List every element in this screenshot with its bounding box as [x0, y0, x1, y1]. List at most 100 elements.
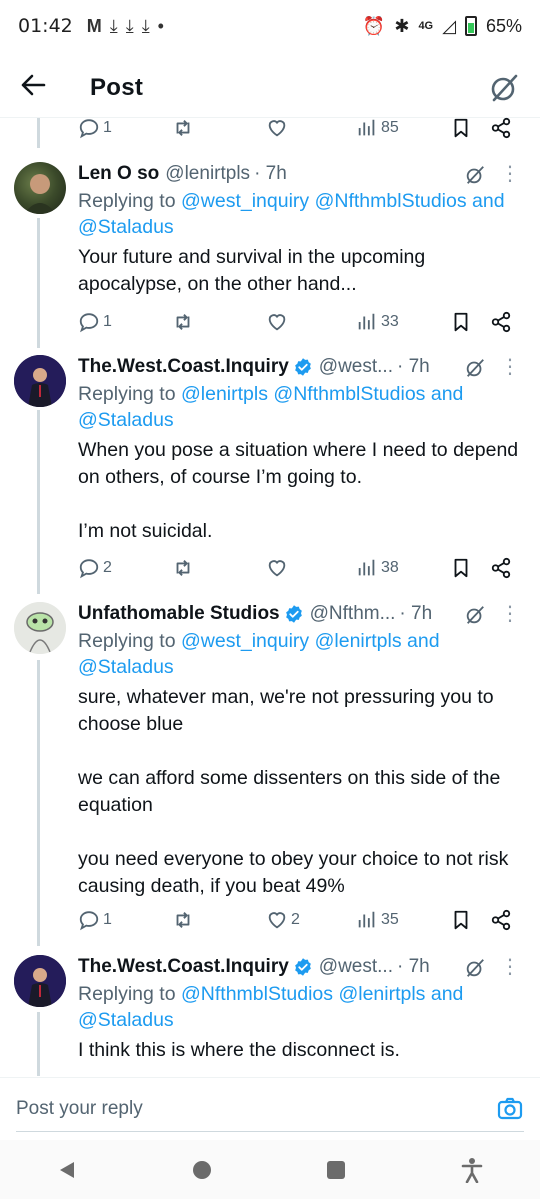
views-count: 35 [381, 911, 399, 928]
like-count: 2 [291, 911, 300, 928]
mention-link[interactable]: @NfthmblStudios [273, 383, 425, 405]
reply-count: 1 [103, 911, 112, 928]
share-button[interactable] [490, 557, 512, 579]
mention-link[interactable]: @Staladus [78, 216, 174, 238]
mention-link[interactable]: @lenirtpls [181, 383, 268, 405]
thread-line [37, 118, 40, 148]
share-icon [491, 909, 511, 931]
composer-divider [16, 1131, 524, 1132]
share-button[interactable] [490, 311, 512, 333]
timestamp[interactable]: · 7h [254, 163, 287, 185]
repost-button[interactable] [172, 909, 194, 931]
reply-button[interactable]: 1 [78, 311, 112, 333]
like-button[interactable]: 2 [266, 909, 300, 931]
like-button[interactable] [266, 557, 288, 579]
home-circle-icon[interactable] [191, 1159, 213, 1181]
bookmark-button[interactable] [450, 311, 472, 333]
timestamp[interactable]: · 7h [397, 956, 430, 978]
repost-icon [176, 560, 190, 576]
signal-icon: ◿ [442, 15, 456, 36]
more-options-icon[interactable]: ⋮ [500, 955, 520, 979]
reply-composer[interactable]: Post your reply [0, 1077, 540, 1139]
heart-icon [268, 560, 286, 577]
bookmark-button[interactable] [450, 909, 472, 931]
more-options-icon[interactable]: ⋮ [500, 162, 520, 186]
reply-input[interactable]: Post your reply [16, 1098, 143, 1120]
user-handle[interactable]: @west... [319, 956, 393, 978]
bookmark-icon [454, 312, 468, 332]
back-triangle-icon[interactable] [56, 1159, 78, 1181]
tweet-text: sure, whatever man, we're not pressuring… [78, 686, 509, 897]
mention-link[interactable]: @lenirtpls [315, 630, 402, 652]
repost-button[interactable] [172, 557, 194, 579]
display-name[interactable]: Unfathomable Studios [78, 603, 280, 625]
download-icon: ⤓ [109, 15, 118, 36]
user-handle[interactable]: @west... [319, 356, 393, 378]
tweet-text: Your future and survival in the upcoming… [78, 246, 426, 295]
mention-link[interactable]: @west_inquiry [181, 190, 309, 212]
like-button[interactable] [266, 117, 288, 139]
grok-icon[interactable] [464, 164, 486, 186]
repost-icon [176, 314, 190, 330]
reply-button[interactable]: 2 [78, 557, 112, 579]
top-app-bar: Post [0, 58, 540, 118]
reply-count: 1 [103, 119, 112, 136]
battery-icon [464, 16, 477, 36]
camera-icon[interactable] [496, 1095, 524, 1123]
grok-icon[interactable] [464, 357, 486, 379]
verified-badge-icon [294, 958, 311, 976]
views-button[interactable]: 33 [356, 311, 399, 333]
share-button[interactable] [490, 909, 512, 931]
grok-icon[interactable] [488, 72, 520, 104]
views-icon [358, 313, 375, 330]
avatar[interactable] [14, 955, 66, 1007]
bookmark-button[interactable] [450, 117, 472, 139]
user-handle[interactable]: @Nfthm... [310, 603, 396, 625]
mention-link[interactable]: @NfthmblStudios [181, 983, 333, 1005]
views-button[interactable]: 85 [356, 117, 399, 139]
tweet-header: Unfathomable Studios @Nfthm... · 7h ⋮ [78, 600, 524, 628]
avatar[interactable] [14, 355, 66, 407]
recents-square-icon[interactable] [325, 1159, 347, 1181]
bookmark-button[interactable] [450, 557, 472, 579]
accessibility-icon[interactable] [460, 1157, 484, 1183]
mention-link[interactable]: @lenirtpls [338, 983, 425, 1005]
more-options-icon[interactable]: ⋮ [500, 602, 520, 626]
repost-button[interactable] [172, 311, 194, 333]
mention-link[interactable]: @NfthmblStudios [315, 190, 467, 212]
network-type: 4G [418, 20, 434, 32]
reply-count: 1 [103, 313, 112, 330]
mention-link[interactable]: @Staladus [78, 1009, 174, 1031]
mention-link[interactable]: @Staladus [78, 409, 174, 431]
views-icon [358, 119, 375, 136]
avatar[interactable] [14, 162, 66, 214]
user-handle[interactable]: @lenirtpls [165, 163, 250, 185]
display-name[interactable]: The.West.Coast.Inquiry [78, 356, 289, 378]
reply-button[interactable]: 1 [78, 909, 112, 931]
repost-button[interactable] [172, 117, 194, 139]
timestamp[interactable]: · 7h [399, 603, 432, 625]
verified-badge-icon [285, 605, 302, 623]
mention-link[interactable]: @west_inquiry [181, 630, 309, 652]
display-name[interactable]: Len O so [78, 163, 159, 185]
like-button[interactable] [266, 311, 288, 333]
more-options-icon[interactable]: ⋮ [500, 355, 520, 379]
timestamp[interactable]: · 7h [397, 356, 430, 378]
views-count: 33 [381, 313, 399, 330]
heart-icon [268, 912, 286, 929]
views-button[interactable]: 38 [356, 557, 399, 579]
battery-percent: 65% [485, 15, 522, 36]
grok-icon[interactable] [464, 604, 486, 626]
reply-button[interactable]: 1 [78, 117, 112, 139]
views-button[interactable]: 35 [356, 909, 399, 931]
display-name[interactable]: The.West.Coast.Inquiry [78, 956, 289, 978]
replying-to: Replying to @west_inquiry @lenirtpls and… [78, 630, 440, 678]
download-icon: ⤓ [141, 15, 150, 36]
mention-link[interactable]: @Staladus [78, 656, 174, 678]
grok-icon[interactable] [464, 957, 486, 979]
views-icon [358, 559, 375, 576]
share-button[interactable] [490, 117, 512, 139]
avatar[interactable] [14, 602, 66, 654]
reply-count: 2 [103, 559, 112, 576]
back-arrow-icon[interactable] [20, 71, 60, 105]
